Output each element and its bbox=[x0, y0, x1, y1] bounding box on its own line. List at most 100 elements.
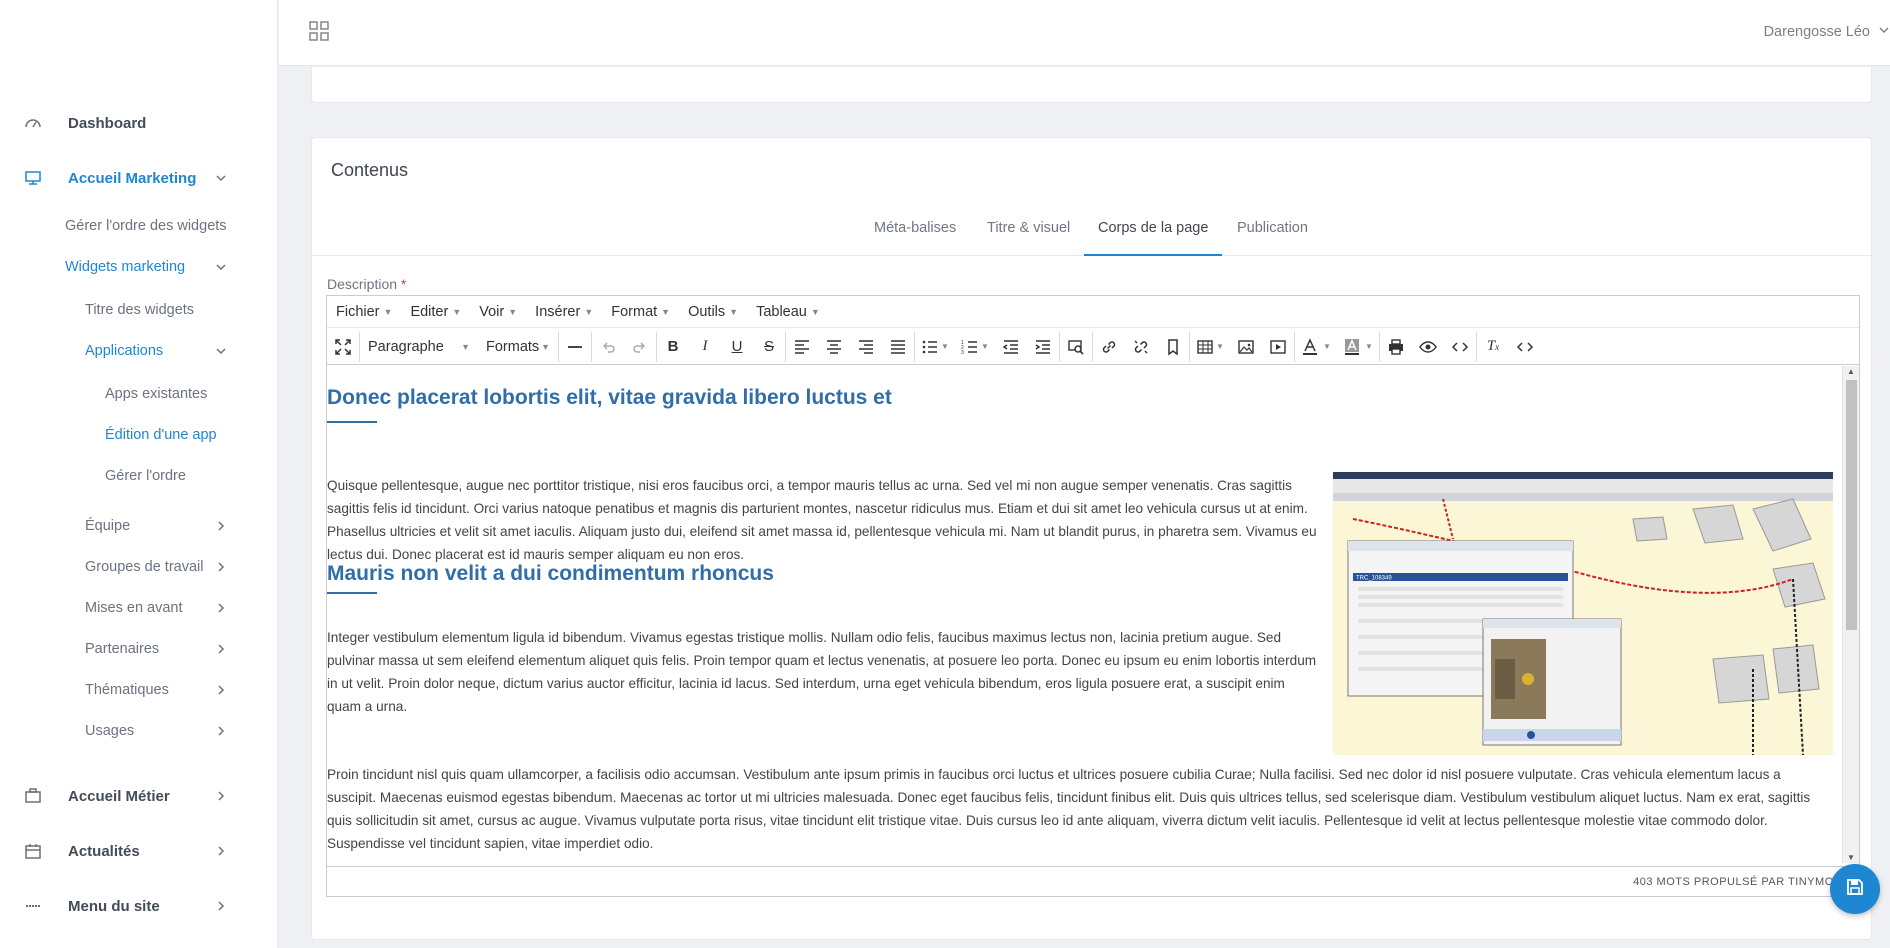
formats-select[interactable]: Formats ▼ bbox=[478, 332, 558, 362]
sidebar-item-label: Partenaires bbox=[85, 641, 160, 657]
menu-outils[interactable]: Outils ▼ bbox=[688, 304, 738, 320]
sidebar-item-usages[interactable]: Usages bbox=[85, 723, 278, 739]
sidebar-item-thematiques[interactable]: Thématiques bbox=[85, 682, 278, 698]
sidebar-item-edition-app[interactable]: Édition d'une app bbox=[105, 427, 217, 443]
sidebar-item-gerer-ordre[interactable]: Gérer l'ordre bbox=[105, 468, 186, 484]
editor-scrollbar[interactable]: ▲ ▼ bbox=[1842, 366, 1859, 863]
tab-meta-balises[interactable]: Méta-balises bbox=[874, 220, 956, 256]
strikethrough-icon[interactable]: S bbox=[753, 332, 785, 362]
scroll-down-icon[interactable]: ▼ bbox=[1847, 853, 1855, 862]
chevron-right-icon bbox=[214, 844, 228, 858]
find-replace-icon[interactable] bbox=[1060, 332, 1092, 362]
chevron-right-icon bbox=[214, 601, 228, 615]
align-center-icon[interactable] bbox=[818, 332, 850, 362]
description-label: Description * bbox=[327, 276, 406, 292]
card-title: Contenus bbox=[331, 160, 409, 180]
sidebar-item-label: Gérer l'ordre des widgets bbox=[65, 218, 227, 234]
link-icon[interactable] bbox=[1093, 332, 1125, 362]
bold-icon[interactable]: B bbox=[657, 332, 689, 362]
caret-down-icon: ▼ bbox=[508, 306, 518, 317]
horizontal-rule-icon[interactable] bbox=[559, 332, 591, 362]
undo-icon[interactable] bbox=[592, 332, 624, 362]
menu-fichier[interactable]: Fichier ▼ bbox=[336, 304, 392, 320]
sidebar-item-label: Menu du site bbox=[68, 897, 160, 915]
map-application-image: TRC_108349 bbox=[1333, 479, 1833, 755]
sidebar-item-widgets-marketing[interactable]: Widgets marketing bbox=[65, 259, 278, 275]
sidebar-item-label: Mises en avant bbox=[85, 600, 183, 616]
sidebar-item-gerer-ordre-widgets[interactable]: Gérer l'ordre des widgets bbox=[65, 218, 227, 234]
tab-publication[interactable]: Publication bbox=[1237, 220, 1308, 256]
fullscreen-icon[interactable] bbox=[327, 332, 359, 362]
tab-bar: Méta-balises Titre & visuel Corps de la … bbox=[312, 208, 1871, 256]
sidebar-item-label: Accueil Marketing bbox=[68, 169, 197, 187]
tab-titre-visuel[interactable]: Titre & visuel bbox=[987, 220, 1070, 256]
text-color-icon[interactable]: ▼ bbox=[1295, 332, 1337, 362]
numbered-list-icon[interactable]: 1 2 3 ▼ bbox=[955, 332, 995, 362]
menu-label: Outils bbox=[688, 303, 726, 320]
description-label-text: Description bbox=[327, 276, 398, 292]
background-color-icon[interactable]: ▼ bbox=[1337, 332, 1379, 362]
sidebar-item-label: Équipe bbox=[85, 518, 131, 534]
menu-editer[interactable]: Editer ▼ bbox=[410, 304, 461, 320]
editor-toolbar: Paragraphe▼ Formats▼ B I U S ▼ 123▼ bbox=[327, 329, 1859, 365]
sidebar-item-accueil-metier[interactable]: Accueil Métier bbox=[0, 776, 278, 816]
save-button[interactable] bbox=[1830, 864, 1880, 914]
sidebar-item-applications[interactable]: Applications bbox=[85, 343, 278, 359]
sidebar-item-titre-widgets[interactable]: Titre des widgets bbox=[85, 302, 194, 318]
image-icon[interactable] bbox=[1230, 332, 1262, 362]
media-icon[interactable] bbox=[1262, 332, 1294, 362]
print-icon[interactable] bbox=[1380, 332, 1412, 362]
content-paragraph-1: Quisque pellentesque, augue nec porttito… bbox=[327, 478, 1317, 562]
align-right-icon[interactable] bbox=[850, 332, 882, 362]
menu-label: Editer bbox=[410, 303, 449, 320]
bullet-list-icon[interactable]: ▼ bbox=[915, 332, 955, 362]
editor-content[interactable]: Donec placerat lobortis elit, vitae grav… bbox=[327, 366, 1843, 863]
code-icon[interactable] bbox=[1444, 332, 1476, 362]
bookmark-icon[interactable] bbox=[1157, 332, 1189, 362]
previous-card bbox=[311, 67, 1872, 103]
caret-down-icon: ▼ bbox=[584, 306, 594, 317]
block-format-select[interactable]: Paragraphe ▼ bbox=[360, 332, 478, 362]
menu-tableau[interactable]: Tableau ▼ bbox=[756, 304, 820, 320]
sidebar-item-accueil-marketing[interactable]: Accueil Marketing bbox=[0, 158, 278, 198]
outdent-icon[interactable] bbox=[995, 332, 1027, 362]
clear-formatting-icon[interactable]: Tx bbox=[1477, 332, 1509, 362]
italic-icon[interactable]: I bbox=[689, 332, 721, 362]
sidebar-item-mises-en-avant[interactable]: Mises en avant bbox=[85, 600, 278, 616]
align-left-icon[interactable] bbox=[786, 332, 818, 362]
sidebar-item-menu-site[interactable]: Menu du site bbox=[0, 886, 278, 926]
apps-grid-icon[interactable] bbox=[309, 21, 329, 41]
user-menu[interactable]: Darengosse Léo bbox=[1764, 24, 1890, 40]
source-code-icon[interactable] bbox=[1509, 332, 1541, 362]
sidebar-item-equipe[interactable]: Équipe bbox=[85, 518, 278, 534]
align-justify-icon[interactable] bbox=[882, 332, 914, 362]
sidebar-item-groupes-travail[interactable]: Groupes de travail bbox=[85, 559, 278, 575]
sidebar-item-dashboard[interactable]: Dashboard bbox=[0, 103, 278, 143]
sidebar-item-label: Groupes de travail bbox=[85, 559, 204, 575]
menu-voir[interactable]: Voir ▼ bbox=[479, 304, 517, 320]
monitor-icon bbox=[22, 168, 44, 188]
sidebar-item-apps-existantes[interactable]: Apps existantes bbox=[105, 386, 207, 402]
editor-statusbar: 403 MOTS PROPULSÉ PAR TINYMCE bbox=[327, 866, 1859, 896]
content-heading-1: Donec placerat lobortis elit, vitae grav… bbox=[327, 386, 892, 409]
embedded-screenshot-image[interactable]: TRC_108349 bbox=[1333, 472, 1833, 755]
scrollbar-thumb[interactable] bbox=[1846, 380, 1857, 630]
chevron-down-icon bbox=[214, 171, 228, 185]
unlink-icon[interactable] bbox=[1125, 332, 1157, 362]
menu-format[interactable]: Format ▼ bbox=[611, 304, 670, 320]
user-name: Darengosse Léo bbox=[1763, 24, 1870, 40]
sidebar-item-partenaires[interactable]: Partenaires bbox=[85, 641, 278, 657]
indent-icon[interactable] bbox=[1027, 332, 1059, 362]
table-icon[interactable]: ▼ bbox=[1190, 332, 1230, 362]
caret-down-icon: ▼ bbox=[729, 306, 739, 317]
preview-eye-icon[interactable] bbox=[1412, 332, 1444, 362]
sidebar-item-actualites[interactable]: Actualités bbox=[0, 831, 278, 871]
heading-underline bbox=[327, 592, 377, 594]
menu-inserer[interactable]: Insérer ▼ bbox=[535, 304, 593, 320]
chevron-down-icon bbox=[214, 260, 228, 274]
tab-corps-page[interactable]: Corps de la page bbox=[1084, 220, 1223, 256]
top-bar: Darengosse Léo bbox=[279, 0, 1890, 66]
redo-icon[interactable] bbox=[624, 332, 656, 362]
underline-icon[interactable]: U bbox=[721, 332, 753, 362]
scroll-up-icon[interactable]: ▲ bbox=[1847, 367, 1855, 376]
